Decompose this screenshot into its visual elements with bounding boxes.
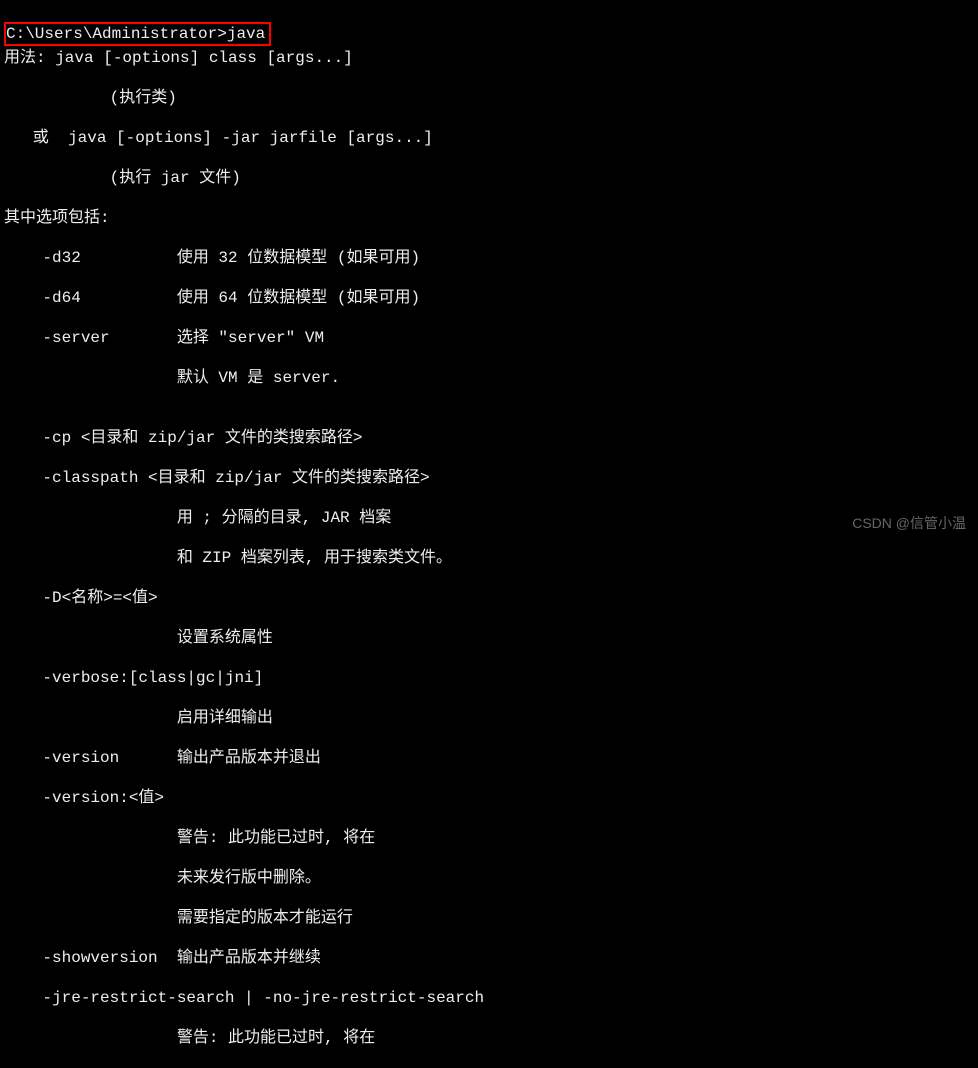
output-line: -showversion 输出产品版本并继续 [4, 948, 978, 968]
output-line: -d32 使用 32 位数据模型 (如果可用) [4, 248, 978, 268]
output-line: 需要指定的版本才能运行 [4, 908, 978, 928]
prompt-line: C:\Users\Administrator>java [4, 22, 271, 46]
output-line: (执行 jar 文件) [4, 168, 978, 188]
output-line: -D<名称>=<值> [4, 588, 978, 608]
command-text[interactable]: java [227, 25, 265, 43]
output-line: -version 输出产品版本并退出 [4, 748, 978, 768]
output-line: -verbose:[class|gc|jni] [4, 668, 978, 688]
watermark-text: CSDN @信管小温 [852, 513, 966, 533]
output-line: 和 ZIP 档案列表, 用于搜索类文件。 [4, 548, 978, 568]
output-line: 设置系统属性 [4, 628, 978, 648]
output-line: 其中选项包括: [4, 208, 978, 228]
terminal-output: C:\Users\Administrator>java 用法: java [-o… [0, 0, 978, 1068]
output-line: -server 选择 "server" VM [4, 328, 978, 348]
output-line: -jre-restrict-search | -no-jre-restrict-… [4, 988, 978, 1008]
output-line: -classpath <目录和 zip/jar 文件的类搜索路径> [4, 468, 978, 488]
output-line: 未来发行版中删除。 [4, 868, 978, 888]
output-line: 或 java [-options] -jar jarfile [args...] [4, 128, 978, 148]
output-line: (执行类) [4, 88, 978, 108]
prompt-path: C:\Users\Administrator> [6, 25, 227, 43]
output-line: 用 ; 分隔的目录, JAR 档案 [4, 508, 978, 528]
output-line: 警告: 此功能已过时, 将在 [4, 828, 978, 848]
output-line: -d64 使用 64 位数据模型 (如果可用) [4, 288, 978, 308]
output-line: -cp <目录和 zip/jar 文件的类搜索路径> [4, 428, 978, 448]
output-line: 启用详细输出 [4, 708, 978, 728]
output-line: 用法: java [-options] class [args...] [4, 48, 978, 68]
output-line: 警告: 此功能已过时, 将在 [4, 1028, 978, 1048]
output-line: -version:<值> [4, 788, 978, 808]
output-line: 默认 VM 是 server. [4, 368, 978, 388]
